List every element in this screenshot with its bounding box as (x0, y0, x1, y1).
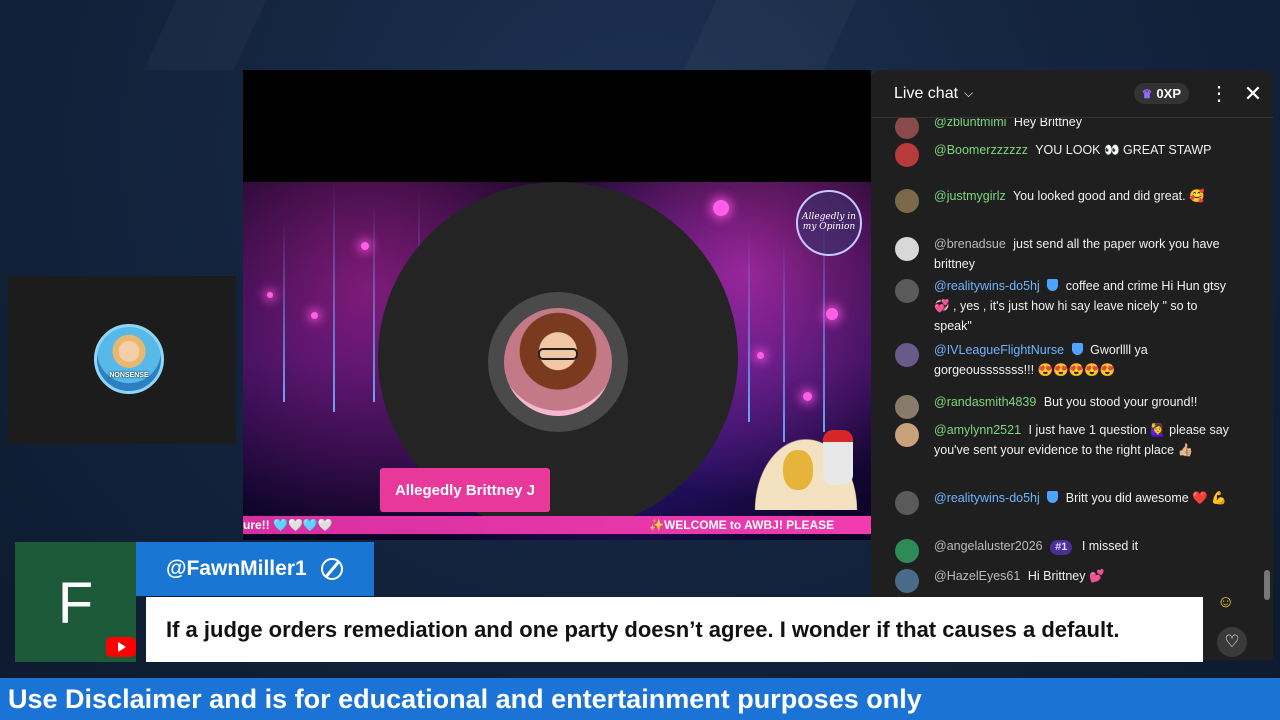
light-streak (783, 242, 785, 442)
light-streak (373, 202, 375, 402)
close-icon[interactable]: ✕ (1243, 81, 1263, 107)
emoji-icon[interactable]: ☺ (1217, 592, 1234, 612)
chat-message: @HazelEyes61 Hi Brittney 💕 (871, 566, 1263, 594)
chat-message: @brenadsue just send all the paper work … (871, 234, 1263, 276)
member-badge: #1 (1050, 540, 1073, 555)
chat-author[interactable]: @justmygirlz (934, 189, 1006, 203)
shield-icon (1071, 343, 1083, 355)
chat-text: But you stood your ground!! (1043, 395, 1198, 409)
santa-icon (823, 430, 853, 485)
light-streak (748, 232, 750, 422)
background-stripe (144, 0, 267, 70)
shield-icon (1047, 491, 1059, 503)
avatar[interactable] (895, 423, 919, 447)
guest-avatar: NONSENSE (94, 324, 164, 394)
guest-avatar-badge-text: NONSENSE (109, 372, 149, 379)
host-avatar-image (504, 308, 612, 416)
ticker-text-left: ure!! 🩵🤍🩵🤍 (243, 518, 333, 532)
pineapple-icon (783, 450, 813, 490)
light-dot (361, 242, 369, 250)
scrolling-ticker: ure!! 🩵🤍🩵🤍 ✨WELCOME to AWBJ! PLEASE (243, 516, 871, 534)
main-video[interactable]: Allegedly in my Opinion Allegedly Brittn… (243, 70, 871, 540)
avatar[interactable] (895, 569, 919, 593)
heart-icon[interactable]: ♡ (1217, 627, 1247, 657)
light-streak (333, 182, 335, 412)
chevron-down-icon[interactable]: ⌵ (964, 86, 973, 101)
chat-mode-selector[interactable]: Live chat (894, 85, 958, 103)
avatar[interactable] (895, 343, 919, 367)
light-dot (803, 392, 812, 401)
avatar[interactable] (895, 115, 919, 139)
host-name-banner: Allegedly Brittney J (380, 468, 550, 512)
chat-author[interactable]: @HazelEyes61 (934, 569, 1020, 583)
chat-message: @realitywins-do5hj Britt you did awesome… (871, 488, 1263, 536)
chat-message: @IVLeagueFlightNurse Gworllll ya gorgeou… (871, 340, 1263, 392)
light-streak (283, 222, 285, 402)
host-avatar (488, 292, 628, 432)
chat-message: @realitywins-do5hj coffee and crime Hi H… (871, 276, 1263, 340)
chat-text: You looked good and did great. 🥰 (1012, 189, 1205, 203)
chat-message: @Boomerzzzzzz YOU LOOK 👀 GREAT STAWP (871, 140, 1263, 186)
light-dot (311, 312, 318, 319)
crown-icon: ♛ (1141, 86, 1153, 101)
avatar[interactable] (895, 143, 919, 167)
chat-author[interactable]: @realitywins-do5hj (934, 491, 1040, 505)
ban-icon (320, 558, 343, 580)
light-dot (826, 308, 838, 320)
ticker-text-right: ✨WELCOME to AWBJ! PLEASE (649, 518, 835, 532)
live-chat-panel: Live chat ⌵ ♛ 0XP ⋮ ✕ @zbluntmimi Hey Br… (871, 70, 1273, 660)
avatar[interactable] (895, 395, 919, 419)
chat-author[interactable]: @angelaluster2026 (934, 539, 1043, 553)
chat-author[interactable]: @IVLeagueFlightNurse (934, 343, 1064, 357)
chat-text: Britt you did awesome ❤️ 💪 (1065, 491, 1227, 505)
commenter-name-bar: @FawnMiller1 (136, 542, 374, 596)
featured-comment-text: If a judge orders remediation and one pa… (146, 597, 1203, 662)
shield-icon (1047, 279, 1059, 291)
chat-message: @angelaluster2026 #1 I missed it (871, 536, 1263, 566)
xp-value: 0XP (1156, 86, 1181, 101)
chat-author[interactable]: @amylynn2521 (934, 423, 1021, 437)
chat-scrollbar[interactable] (1264, 570, 1270, 600)
chat-author[interactable]: @brenadsue (934, 237, 1006, 251)
chat-header: Live chat ⌵ ♛ 0XP ⋮ ✕ (871, 70, 1273, 118)
chat-message: @amylynn2521 I just have 1 question 🙋‍♀️… (871, 420, 1263, 488)
background-stripe (684, 0, 857, 70)
chat-author[interactable]: @realitywins-do5hj (934, 279, 1040, 293)
xp-badge[interactable]: ♛ 0XP (1133, 83, 1189, 104)
commenter-avatar: F (15, 542, 136, 662)
disclaimer-bar: Use Disclaimer and is for educational an… (0, 678, 1280, 720)
avatar[interactable] (895, 539, 919, 563)
chat-message: @randasmith4839 But you stood your groun… (871, 392, 1263, 420)
channel-logo: Allegedly in my Opinion (796, 190, 862, 256)
chat-message-list[interactable]: @zbluntmimi Hey Brittney @Boomerzzzzzz Y… (871, 114, 1263, 614)
avatar[interactable] (895, 279, 919, 303)
chat-author[interactable]: @randasmith4839 (934, 395, 1036, 409)
webcam-tile: NONSENSE (8, 276, 236, 444)
glasses-icon (538, 348, 578, 360)
commenter-name: @FawnMiller1 (166, 557, 307, 580)
light-dot (267, 292, 273, 298)
chat-message: @justmygirlz You looked good and did gre… (871, 186, 1263, 234)
youtube-icon (106, 637, 136, 657)
light-dot (713, 200, 729, 216)
chat-text: I missed it (1081, 539, 1139, 553)
chat-text: YOU LOOK 👀 GREAT STAWP (1035, 143, 1212, 157)
chat-author[interactable]: @Boomerzzzzzz (934, 143, 1028, 157)
light-dot (757, 352, 764, 359)
chat-text: Hi Brittney 💕 (1027, 569, 1105, 583)
avatar[interactable] (895, 237, 919, 261)
avatar[interactable] (895, 491, 919, 515)
more-vert-icon[interactable]: ⋮ (1209, 81, 1229, 106)
avatar-letter: F (57, 571, 94, 636)
avatar[interactable] (895, 189, 919, 213)
